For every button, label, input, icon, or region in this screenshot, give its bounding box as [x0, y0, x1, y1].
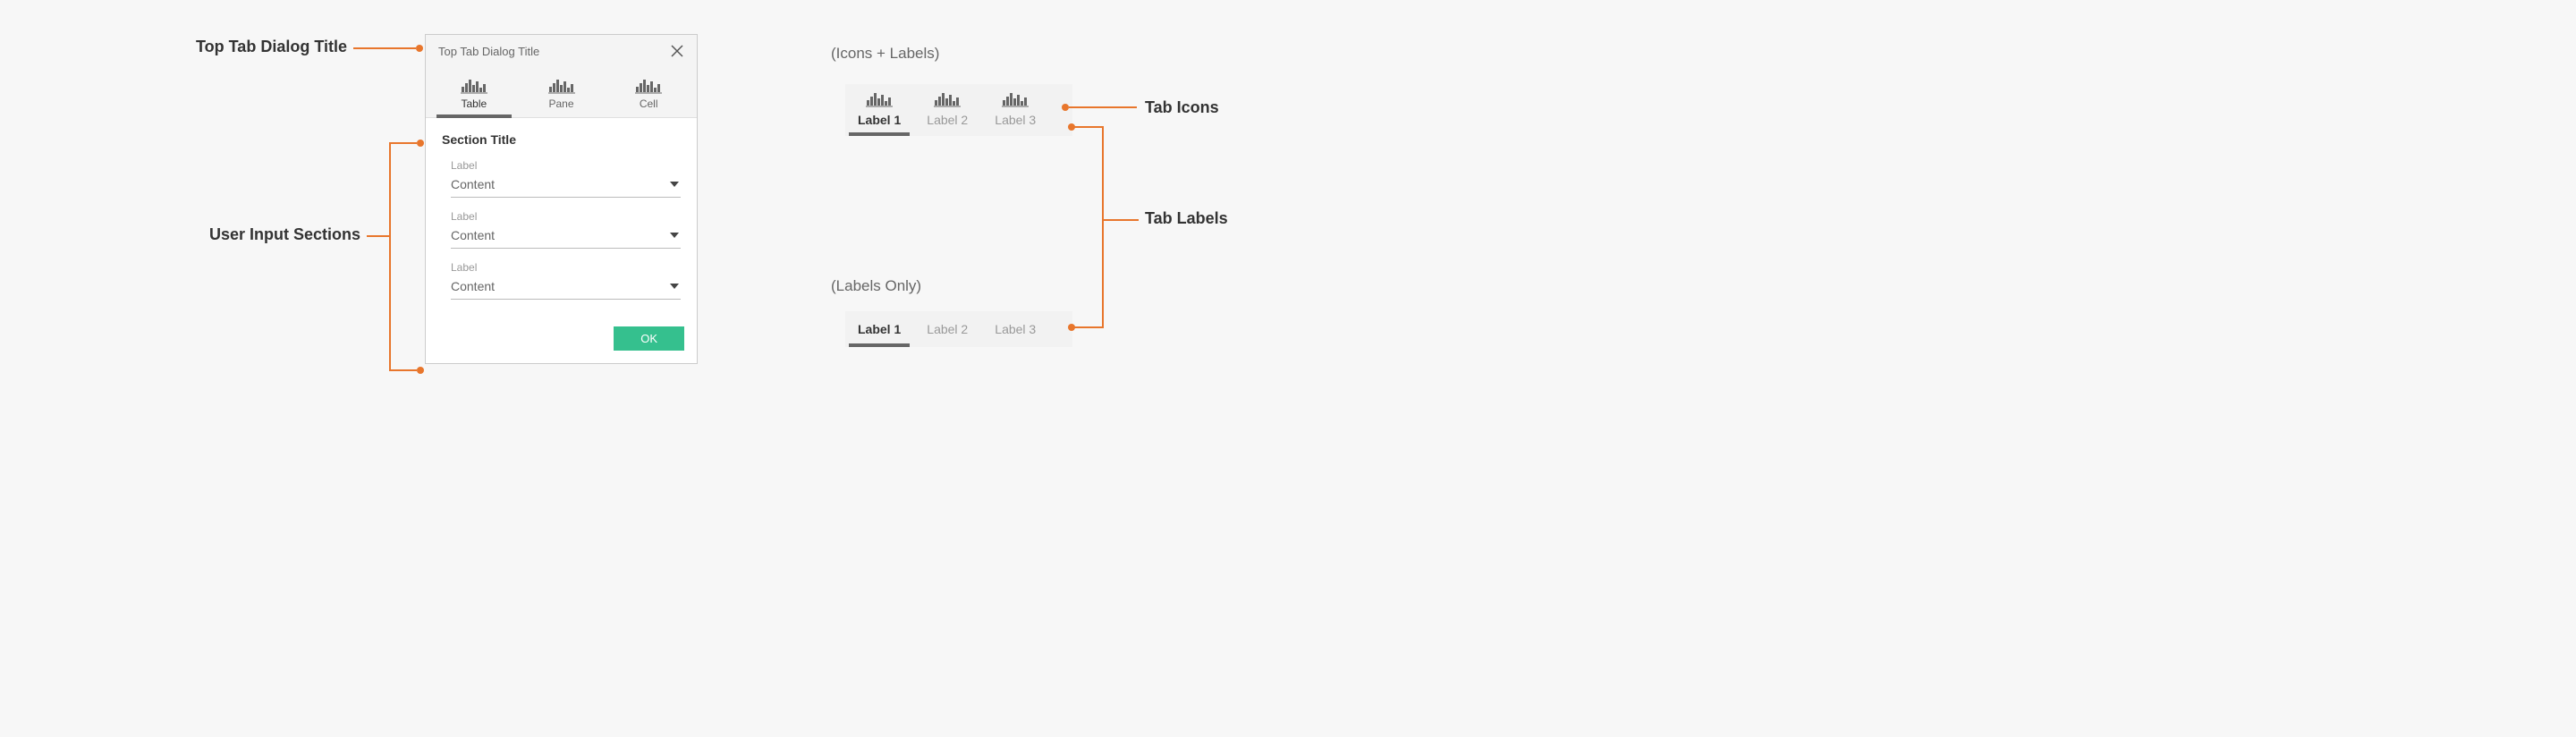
bars-icon [926, 91, 969, 107]
top-tab-dialog: Top Tab Dialog Title Table [425, 34, 698, 364]
callout-tab-icons: Tab Icons [1145, 98, 1219, 117]
demo-tab-3[interactable]: Label 3 [981, 84, 1049, 136]
chevron-down-icon [670, 233, 679, 238]
demo-tab-label: Label 3 [995, 113, 1036, 127]
chevron-down-icon [670, 182, 679, 187]
callout-dialog-title: Top Tab Dialog Title [0, 38, 347, 56]
demo-tab-label: Label 2 [927, 113, 968, 127]
section-title: Section Title [442, 132, 681, 147]
dialog-title-text: Top Tab Dialog Title [438, 45, 539, 58]
demo-tab-label: Label 2 [927, 322, 968, 336]
field-value: Content [451, 279, 495, 293]
dropdown-input[interactable]: Content [451, 174, 681, 198]
close-icon[interactable] [670, 44, 684, 58]
demo-tab-label: Label 1 [858, 322, 901, 336]
bars-icon [609, 78, 688, 94]
field-value: Content [451, 228, 495, 242]
field-label: Label [451, 261, 681, 274]
demo-tabs-icons-labels: Label 1 Label 2 Label 3 [845, 84, 1072, 136]
demo-tab-1[interactable]: Label 1 [845, 84, 913, 136]
field-row: Label Content [451, 159, 681, 198]
bars-icon [435, 78, 513, 94]
dropdown-input[interactable]: Content [451, 275, 681, 300]
dropdown-input[interactable]: Content [451, 224, 681, 249]
field-row: Label Content [451, 261, 681, 300]
demo-header-labels-only: (Labels Only) [831, 277, 921, 295]
field-row: Label Content [451, 210, 681, 249]
tab-label: Table [461, 97, 487, 110]
field-label: Label [451, 210, 681, 223]
dialog-section: Section Title Label Content Label Conten… [426, 118, 697, 318]
ok-button[interactable]: OK [614, 326, 684, 351]
tab-label: Cell [640, 97, 658, 110]
bars-icon [858, 91, 901, 107]
demo-tab-2[interactable]: Label 2 [913, 311, 981, 347]
dialog-header: Top Tab Dialog Title [426, 35, 697, 67]
field-value: Content [451, 177, 495, 191]
tab-cell[interactable]: Cell [606, 72, 691, 117]
field-label: Label [451, 159, 681, 172]
demo-tabs-labels-only: Label 1 Label 2 Label 3 [845, 311, 1072, 347]
demo-header-icons-labels: (Icons + Labels) [831, 45, 939, 63]
tab-label: Pane [548, 97, 573, 110]
demo-tab-1[interactable]: Label 1 [845, 311, 913, 347]
dialog-footer: OK [426, 318, 697, 363]
bars-icon [994, 91, 1037, 107]
tab-table[interactable]: Table [431, 72, 517, 117]
demo-tab-3[interactable]: Label 3 [981, 311, 1049, 347]
demo-tab-label: Label 3 [995, 322, 1036, 336]
chevron-down-icon [670, 284, 679, 289]
callout-user-input-sections: User Input Sections [0, 225, 360, 244]
callout-tab-labels: Tab Labels [1145, 209, 1228, 228]
demo-tab-2[interactable]: Label 2 [913, 84, 981, 136]
demo-tab-label: Label 1 [858, 113, 901, 127]
dialog-tabs: Table Pane [426, 67, 697, 118]
tab-pane[interactable]: Pane [519, 72, 605, 117]
bars-icon [522, 78, 601, 94]
